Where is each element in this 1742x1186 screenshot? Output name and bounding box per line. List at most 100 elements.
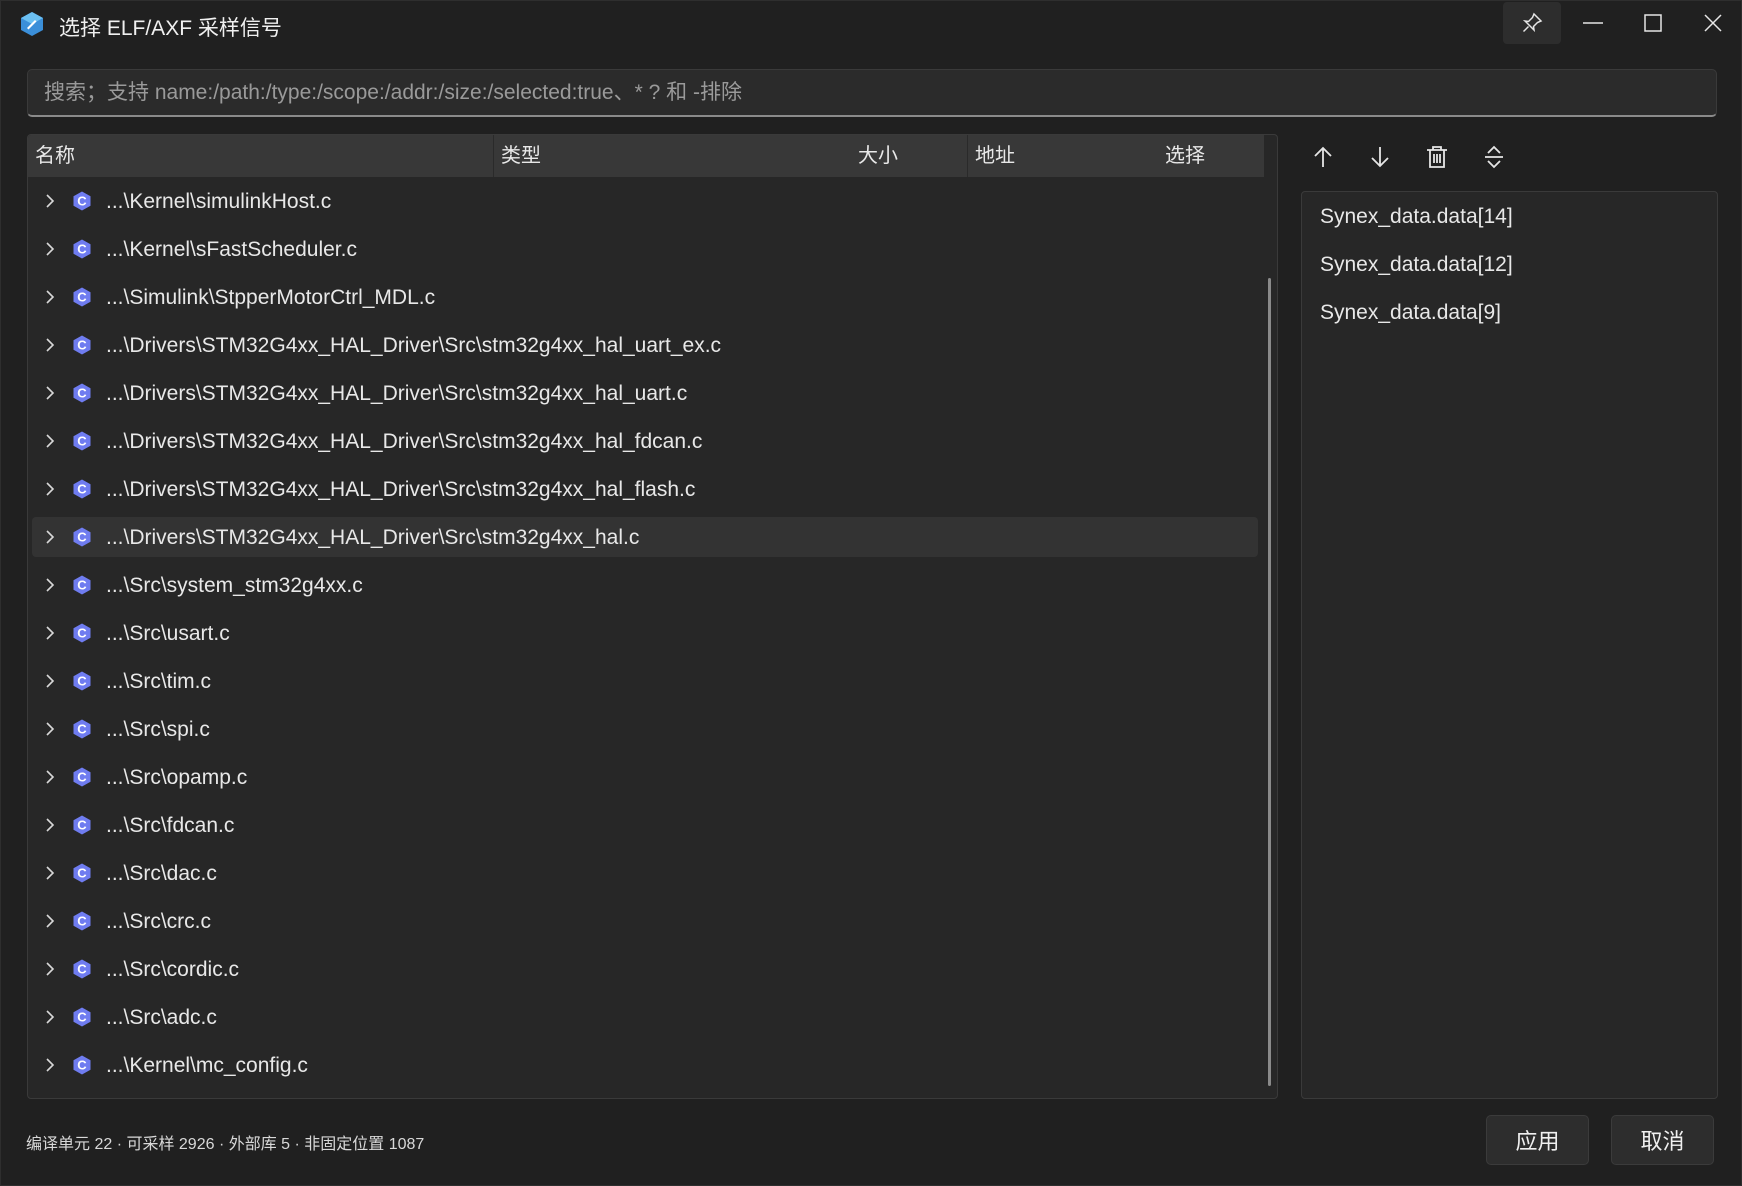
tree-row[interactable]: C ...\Src\opamp.c: [32, 757, 1258, 797]
delete-button[interactable]: [1417, 139, 1457, 175]
selected-signal-item[interactable]: Synex_data.data[14]: [1320, 205, 1513, 229]
minimize-icon: [1583, 22, 1603, 24]
move-down-button[interactable]: [1360, 139, 1400, 175]
c-file-icon: C: [73, 863, 91, 883]
selected-signal-item[interactable]: Synex_data.data[12]: [1320, 253, 1513, 277]
sort-icon: [1485, 145, 1503, 169]
chevron-right-icon[interactable]: [42, 769, 58, 785]
svg-text:C: C: [77, 770, 87, 785]
svg-text:C: C: [77, 578, 87, 593]
vertical-scrollbar[interactable]: [1268, 278, 1271, 1086]
svg-text:C: C: [77, 482, 87, 497]
tree-row[interactable]: C ...\Src\system_stm32g4xx.c: [32, 565, 1258, 605]
close-icon: [1704, 14, 1722, 32]
chevron-right-icon[interactable]: [42, 673, 58, 689]
tree-header: 名称 类型 大小 地址 选择: [28, 135, 1264, 177]
c-file-icon: C: [73, 959, 91, 979]
dialog-window: 选择 ELF/AXF 采样信号 名称 类型 大小 地址 选择: [0, 0, 1742, 1186]
tree-row[interactable]: C ...\Src\crc.c: [32, 901, 1258, 941]
app-logo-icon: [21, 12, 43, 36]
svg-text:C: C: [77, 434, 87, 449]
tree-row[interactable]: C ...\Kernel\mc_config.c: [32, 1045, 1258, 1085]
svg-text:C: C: [77, 194, 87, 209]
search-input[interactable]: [27, 69, 1717, 117]
tree-row[interactable]: C ...\Drivers\STM32G4xx_HAL_Driver\Src\st…: [32, 421, 1258, 461]
apply-button[interactable]: 应用: [1486, 1115, 1589, 1165]
svg-text:C: C: [77, 818, 87, 833]
c-file-icon: C: [73, 671, 91, 691]
tree-row-label: ...\Src\cordic.c: [106, 958, 240, 981]
c-file-icon: C: [73, 719, 91, 739]
svg-text:C: C: [77, 914, 87, 929]
tree-row-label: ...\Src\dac.c: [106, 862, 217, 885]
c-file-icon: C: [73, 767, 91, 787]
chevron-right-icon[interactable]: [42, 1057, 58, 1073]
chevron-right-icon[interactable]: [42, 529, 58, 545]
tree-row-label: ...\Simulink\StpperMotorCtrl_MDL.c: [106, 286, 436, 309]
chevron-right-icon[interactable]: [42, 481, 58, 497]
pin-button[interactable]: [1503, 2, 1561, 44]
chevron-right-icon[interactable]: [42, 577, 58, 593]
tree-row[interactable]: C ...\Src\spi.c: [32, 709, 1258, 749]
column-header-select[interactable]: 选择: [1158, 135, 1258, 177]
tree-row-label: ...\Drivers\STM32G4xx_HAL_Driver\Src\stm…: [106, 526, 640, 549]
trash-icon: [1427, 146, 1447, 168]
tree-row-label: ...\Drivers\STM32G4xx_HAL_Driver\Src\stm…: [106, 478, 696, 501]
maximize-icon: [1644, 14, 1662, 32]
sort-button[interactable]: [1474, 139, 1514, 175]
status-bar: 编译单元 22 · 可采样 2926 · 外部库 5 · 非固定位置 1087: [26, 1136, 425, 1153]
tree-row[interactable]: C ...\Drivers\STM32G4xx_HAL_Driver\Src\st…: [32, 469, 1258, 509]
tree-row[interactable]: C ...\Src\dac.c: [32, 853, 1258, 893]
chevron-right-icon[interactable]: [42, 289, 58, 305]
chevron-right-icon[interactable]: [42, 241, 58, 257]
tree-row-label: ...\Src\crc.c: [106, 910, 211, 933]
tree-row[interactable]: C ...\Drivers\STM32G4xx_HAL_Driver\Src\st…: [32, 325, 1258, 365]
maximize-button[interactable]: [1623, 1, 1683, 45]
tree-row[interactable]: C ...\Simulink\StpperMotorCtrl_MDL.c: [32, 277, 1258, 317]
selected-signal-item[interactable]: Synex_data.data[9]: [1320, 301, 1501, 325]
symbol-tree[interactable]: 名称 类型 大小 地址 选择 C ...\Kernel\simulinkHost.…: [27, 134, 1278, 1099]
chevron-right-icon[interactable]: [42, 625, 58, 641]
chevron-right-icon[interactable]: [42, 1009, 58, 1025]
chevron-right-icon[interactable]: [42, 433, 58, 449]
tree-row-label: ...\Src\spi.c: [106, 718, 210, 741]
c-file-icon: C: [73, 191, 91, 211]
title-bar: 选择 ELF/AXF 采样信号: [1, 1, 1742, 49]
tree-row[interactable]: C ...\Drivers\STM32G4xx_HAL_Driver\Src\st…: [32, 373, 1258, 413]
tree-row[interactable]: C ...\Drivers\STM32G4xx_HAL_Driver\Src\st…: [32, 517, 1258, 557]
chevron-right-icon[interactable]: [42, 721, 58, 737]
tree-row-label: ...\Src\system_stm32g4xx.c: [106, 574, 363, 597]
svg-text:C: C: [77, 626, 87, 641]
svg-text:C: C: [77, 290, 87, 305]
selected-signals-list[interactable]: Synex_data.data[14] Synex_data.data[12] …: [1301, 191, 1718, 1099]
column-header-type[interactable]: 类型: [494, 135, 794, 177]
minimize-button[interactable]: [1563, 1, 1623, 45]
arrow-up-icon: [1314, 146, 1332, 167]
chevron-right-icon[interactable]: [42, 865, 58, 881]
tree-row[interactable]: C ...\Kernel\simulinkHost.c: [32, 181, 1258, 221]
tree-row[interactable]: C ...\Kernel\sFastScheduler.c: [32, 229, 1258, 269]
tree-row-label: ...\Kernel\sFastScheduler.c: [106, 238, 357, 261]
close-button[interactable]: [1683, 1, 1742, 45]
cancel-button[interactable]: 取消: [1611, 1115, 1714, 1165]
tree-row[interactable]: C ...\Src\usart.c: [32, 613, 1258, 653]
column-header-address[interactable]: 地址: [968, 135, 1148, 177]
chevron-right-icon[interactable]: [42, 385, 58, 401]
tree-row-label: ...\Src\adc.c: [106, 1006, 217, 1029]
chevron-right-icon[interactable]: [42, 193, 58, 209]
tree-row[interactable]: C ...\Src\tim.c: [32, 661, 1258, 701]
chevron-right-icon[interactable]: [42, 337, 58, 353]
tree-row[interactable]: C ...\Src\cordic.c: [32, 949, 1258, 989]
tree-row-label: ...\Drivers\STM32G4xx_HAL_Driver\Src\stm…: [106, 334, 722, 357]
tree-row[interactable]: C ...\Src\adc.c: [32, 997, 1258, 1037]
c-file-icon: C: [73, 239, 91, 259]
chevron-right-icon[interactable]: [42, 913, 58, 929]
column-header-size[interactable]: 大小: [851, 135, 971, 177]
column-header-name[interactable]: 名称: [28, 135, 493, 177]
c-file-icon: C: [73, 479, 91, 499]
chevron-right-icon[interactable]: [42, 961, 58, 977]
move-up-button[interactable]: [1303, 139, 1343, 175]
tree-row-label: ...\Src\opamp.c: [106, 766, 248, 789]
chevron-right-icon[interactable]: [42, 817, 58, 833]
tree-row[interactable]: C ...\Src\fdcan.c: [32, 805, 1258, 845]
